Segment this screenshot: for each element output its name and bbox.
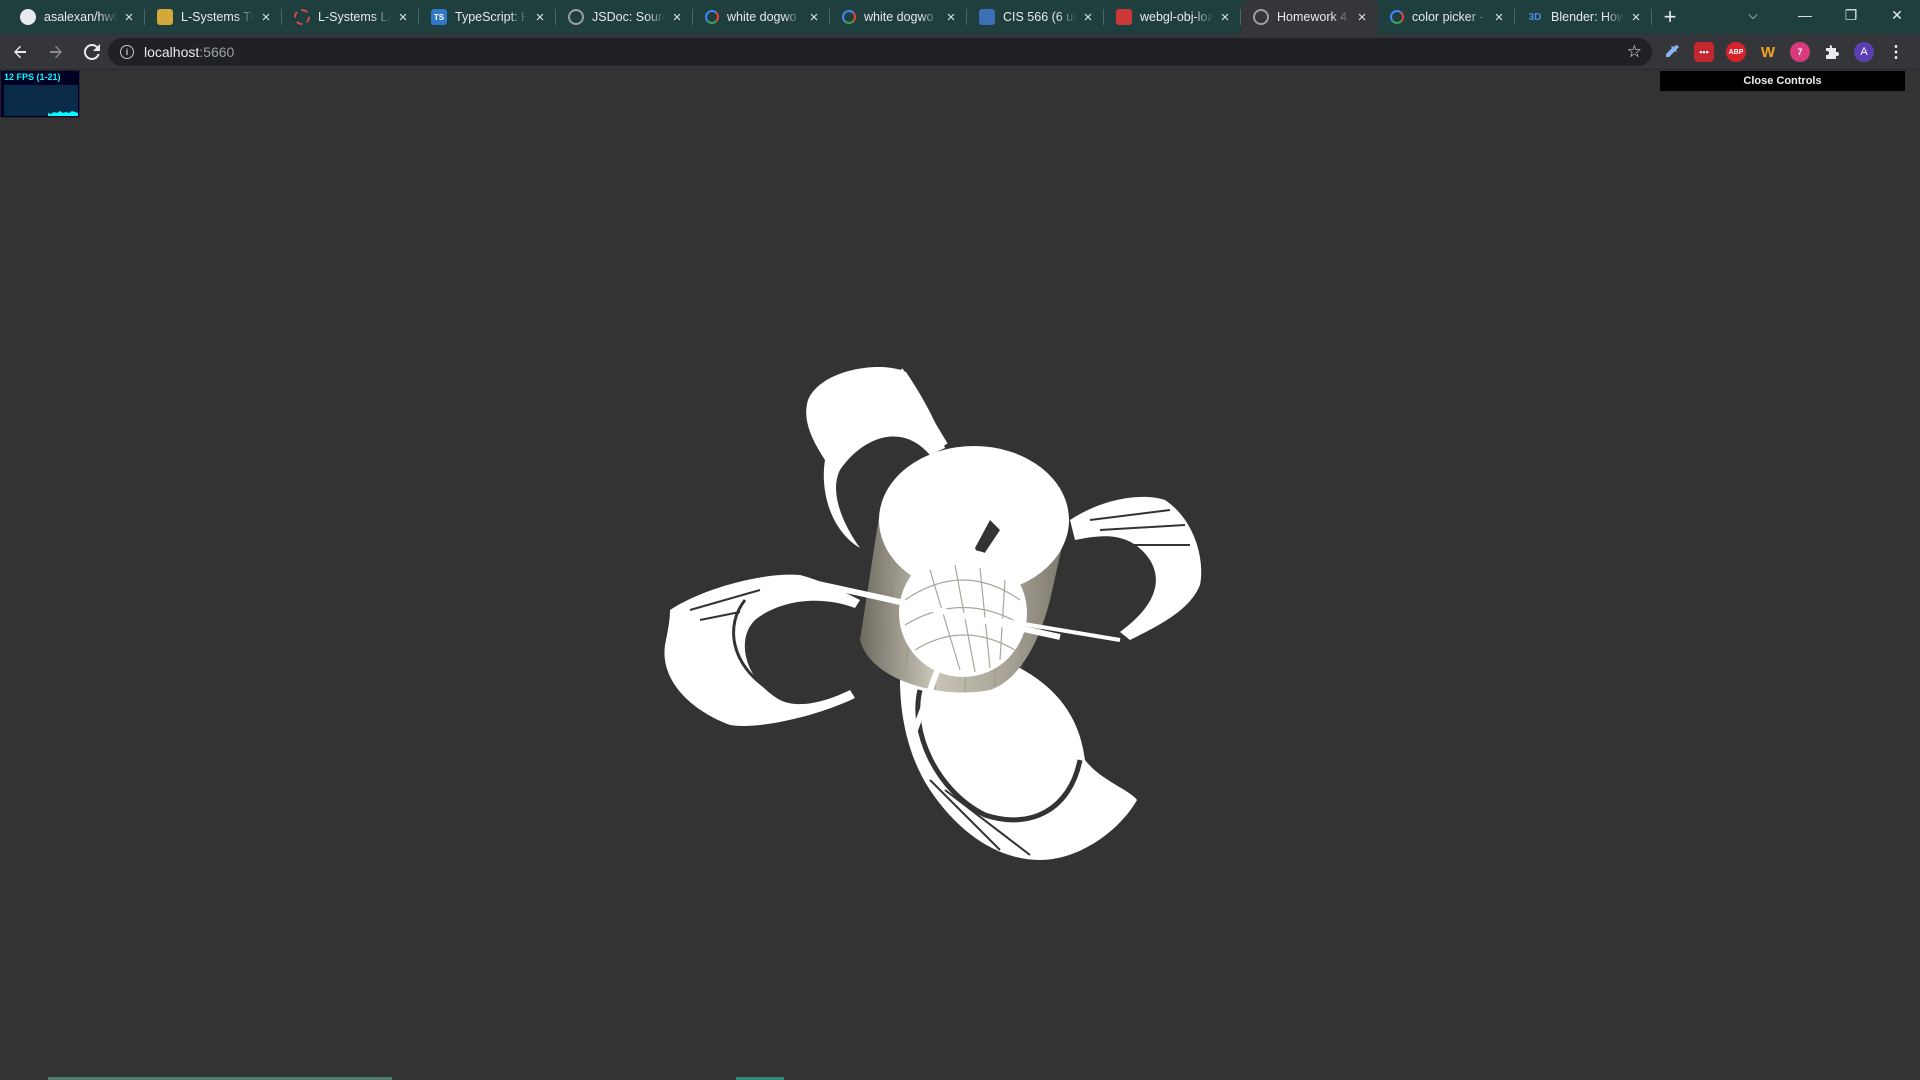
browser-tab[interactable]: L-Systems La × (282, 0, 419, 34)
tab-close-icon[interactable]: × (395, 9, 411, 26)
tab-close-icon[interactable]: × (121, 9, 137, 26)
tracker-icon[interactable]: 7 (1790, 42, 1810, 62)
bookmark-star-icon[interactable]: ☆ (1627, 42, 1642, 62)
extensions-bar: ••• ABP W 7 A ⋮ (1662, 38, 1918, 66)
close-window-button[interactable]: ✕ (1874, 0, 1920, 30)
browser-tab[interactable]: 3D Blender: How × (1515, 0, 1652, 34)
flower-model (664, 367, 1202, 860)
address-bar[interactable]: i localhost:5660 ☆ (108, 38, 1652, 66)
tabs: asalexan/hw0 × L-Systems Tu × L-Systems La × T… (0, 0, 1688, 34)
reload-icon (84, 43, 100, 60)
forward-button[interactable] (40, 38, 72, 66)
tab-close-icon[interactable]: × (806, 9, 822, 26)
npm-icon (1116, 9, 1132, 25)
close-controls-button[interactable]: Close Controls (1660, 71, 1905, 91)
tab-title: L-Systems La (318, 10, 391, 24)
tab-strip: asalexan/hw0 × L-Systems Tu × L-Systems La × T… (0, 0, 1920, 34)
google-icon (842, 10, 856, 24)
tab-close-icon[interactable]: × (1217, 9, 1233, 26)
reload-button[interactable] (76, 38, 108, 66)
tab-close-icon[interactable]: × (258, 9, 274, 26)
back-button[interactable] (4, 38, 36, 66)
tab-close-icon[interactable]: × (1491, 9, 1507, 26)
tab-title: Homework 4: (1277, 10, 1350, 24)
fps-graph (4, 85, 78, 116)
github-icon (20, 9, 36, 25)
globe-icon (568, 9, 584, 25)
browser-tab[interactable]: webgl-obj-loa × (1104, 0, 1241, 34)
adblock-icon[interactable]: ABP (1726, 42, 1746, 62)
browser-tab[interactable]: Homework 4: × (1241, 0, 1378, 34)
piazza-icon (979, 9, 995, 25)
webgl-canvas[interactable] (0, 70, 1920, 1080)
browser-tab[interactable]: TS TypeScript: H × (419, 0, 556, 34)
new-tab-button[interactable]: + (1652, 0, 1688, 34)
fps-label: 12 FPS (1-21) (4, 72, 61, 82)
browser-tab[interactable]: JSDoc: Source × (556, 0, 693, 34)
tab-close-icon[interactable]: × (669, 9, 685, 26)
browser-tab[interactable]: color picker - × (1378, 0, 1515, 34)
address-port: :5660 (199, 44, 235, 60)
tab-title: L-Systems Tu (181, 10, 254, 24)
browser-tab[interactable]: white dogwo × (693, 0, 830, 34)
forward-arrow-icon (50, 45, 62, 58)
minimize-button[interactable]: — (1782, 0, 1828, 30)
google-icon (1390, 10, 1404, 24)
tab-close-icon[interactable]: × (1354, 9, 1370, 26)
tab-title: white dogwo (864, 10, 934, 24)
tab-search-icon[interactable]: ⌵ (1730, 0, 1776, 30)
globe-icon (1253, 9, 1269, 25)
browser-toolbar: i localhost:5660 ☆ ••• ABP W 7 A ⋮ (0, 34, 1920, 70)
puzzle-icon[interactable] (1822, 42, 1842, 62)
menu-kebab-icon[interactable]: ⋮ (1886, 42, 1906, 62)
restore-button[interactable]: ❐ (1828, 0, 1874, 30)
blender-icon: 3D (1528, 11, 1542, 23)
wappalyzer-icon[interactable]: W (1758, 42, 1778, 62)
google-icon (705, 10, 719, 24)
tab-close-icon[interactable]: × (1080, 9, 1096, 26)
site-info-icon[interactable]: i (120, 45, 134, 59)
shield-icon (157, 9, 173, 25)
petal-right (1070, 496, 1202, 640)
tab-title: asalexan/hw0 (44, 10, 117, 24)
tab-title: webgl-obj-loa (1140, 10, 1213, 24)
window-controls: — ❐ ✕ (1782, 0, 1920, 30)
petal-left (664, 574, 860, 726)
petal-bottom (900, 664, 1137, 860)
tab-title: Blender: How (1551, 10, 1624, 24)
lastpass-icon[interactable]: ••• (1694, 42, 1714, 62)
browser-tab[interactable]: L-Systems Tu × (145, 0, 282, 34)
browser-tab[interactable]: white dogwo × (830, 0, 967, 34)
back-arrow-icon (14, 45, 26, 58)
gear-icon (294, 9, 310, 25)
tab-title: JSDoc: Source (592, 10, 665, 24)
tab-title: TypeScript: H (455, 10, 528, 24)
eyedropper-icon[interactable] (1662, 42, 1682, 62)
address-host: localhost (144, 44, 200, 60)
tab-separator (1651, 9, 1652, 25)
tab-close-icon[interactable]: × (532, 9, 548, 26)
tab-title: CIS 566 (6 un (1003, 10, 1076, 24)
typescript-icon: TS (431, 9, 447, 25)
tab-title: white dogwo (727, 10, 797, 24)
tab-close-icon[interactable]: × (943, 9, 959, 26)
tab-title: color picker - (1412, 10, 1484, 24)
fps-stats-panel[interactable]: 12 FPS (1-21) (0, 70, 80, 118)
browser-tab[interactable]: asalexan/hw0 × (8, 0, 145, 34)
profile-avatar[interactable]: A (1854, 42, 1874, 62)
tab-close-icon[interactable]: × (1628, 9, 1644, 26)
browser-tab[interactable]: CIS 566 (6 un × (967, 0, 1104, 34)
